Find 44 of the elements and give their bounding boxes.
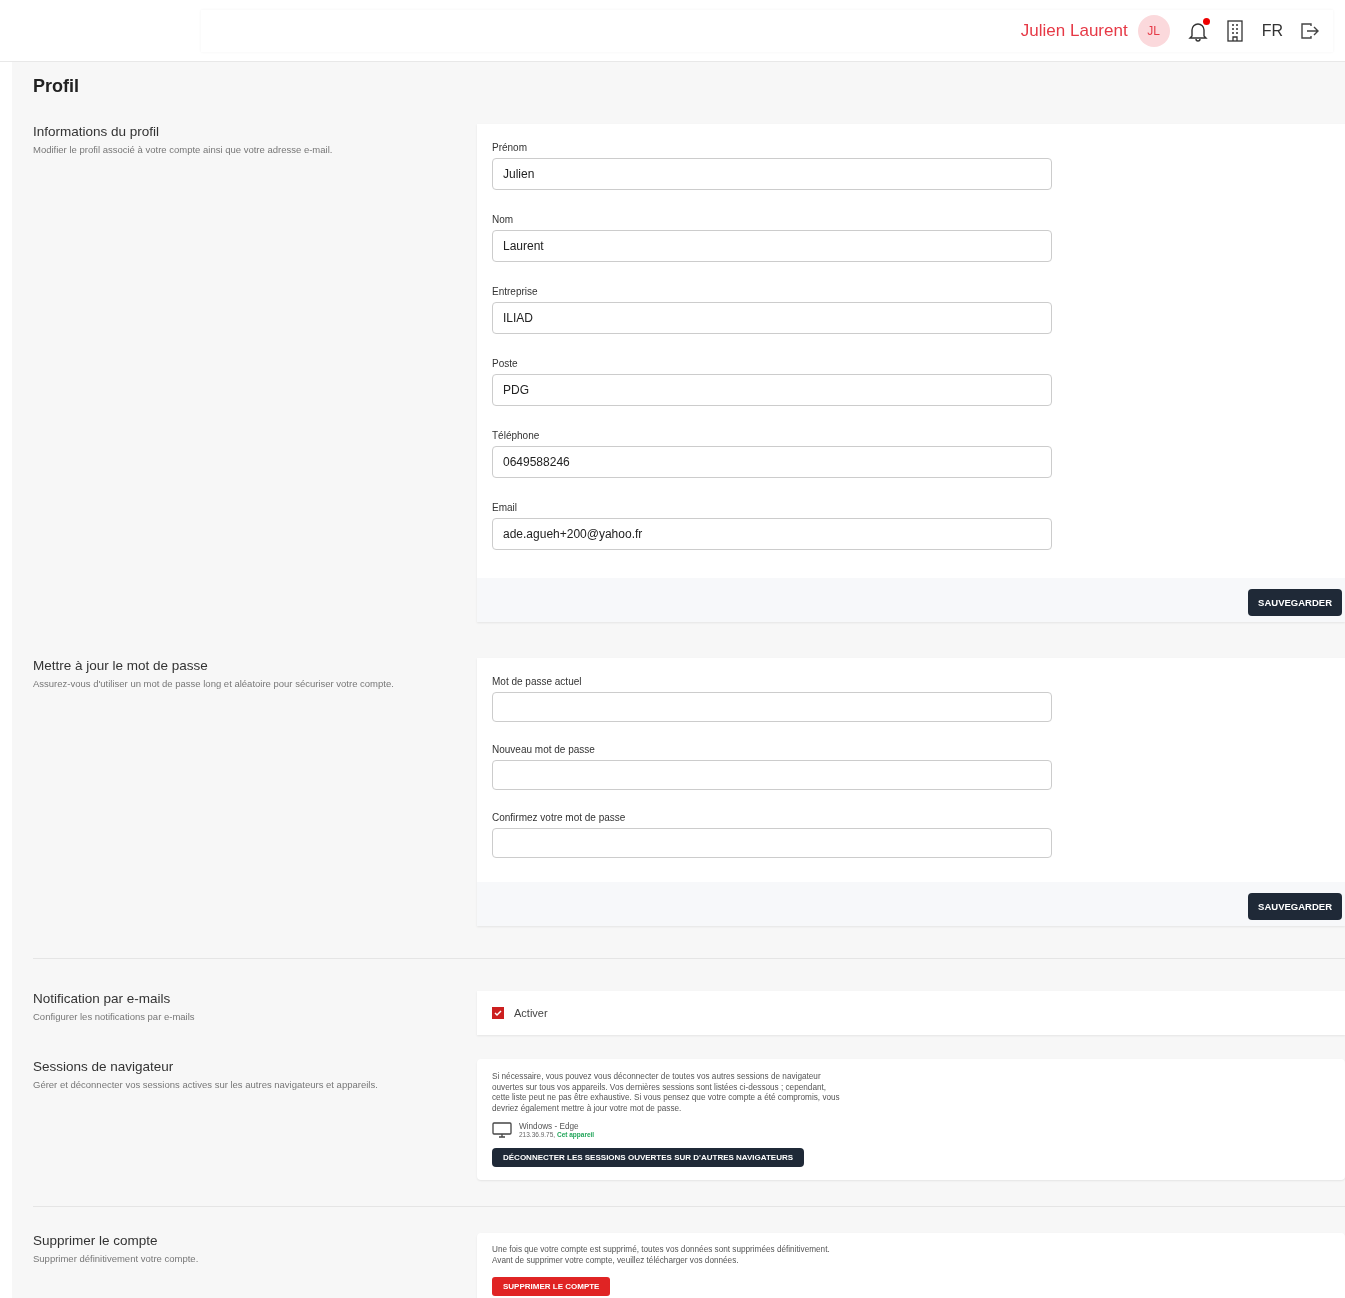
section-description: Gérer et déconnecter vos sessions actives sur les autres navigateurs et appareils. (33, 1079, 379, 1090)
monitor-icon (492, 1122, 512, 1139)
user-name[interactable]: Julien Laurent (1020, 21, 1128, 41)
section-title: Supprimer le compte (33, 1233, 159, 1249)
field-label: Nouveau mot de passe (492, 744, 596, 755)
field-label: Prénom (492, 142, 528, 153)
delete-description: Une fois que votre compte est supprimé, toutes vos données sont supprimées définitivement. Avant de supprimer votre compte, veuillez télécharger vos données. (492, 1245, 831, 1267)
session-device: Windows - Edge (519, 1122, 580, 1132)
save-button[interactable]: SAUVEGARDER (1248, 893, 1342, 920)
field-label: Mot de passe actuel (492, 676, 583, 687)
input-field[interactable]: Laurent (492, 230, 1052, 262)
checkbox-label: Activer (514, 1007, 548, 1019)
language-selector[interactable]: FR (1261, 22, 1283, 40)
input-field[interactable]: 0649588246 (492, 446, 1052, 478)
input-field[interactable] (492, 692, 1052, 722)
input-field[interactable] (492, 828, 1052, 858)
logout-icon[interactable] (1301, 23, 1319, 39)
section-description: Configurer les notifications par e-mails (33, 1011, 196, 1022)
section-title: Notification par e-mails (33, 991, 172, 1006)
section-description: Supprimer définitivement votre compte. (33, 1253, 200, 1265)
input-field[interactable]: PDG (492, 374, 1052, 406)
section-description: Assurez-vous d'utiliser un mot de passe long et aléatoire pour sécuriser votre compte. (33, 678, 395, 689)
field-label: Téléphone (492, 430, 541, 441)
section-description: Modifier le profil associé à votre compte ainsi que votre adresse e-mail. (33, 144, 334, 155)
save-button[interactable]: SAUVEGARDER (1248, 589, 1342, 616)
field-label: Poste (492, 358, 519, 369)
field-label: Entreprise (492, 286, 539, 297)
field-label: Nom (492, 214, 515, 225)
input-field[interactable]: ILIAD (492, 302, 1052, 334)
delete-account-button[interactable]: SUPPRIMER LE COMPTE (492, 1276, 611, 1296)
building-icon[interactable] (1225, 20, 1244, 42)
page-title: Profil (32, 75, 80, 98)
notification-bell-icon[interactable] (1187, 20, 1208, 42)
input-field[interactable]: Julien (492, 158, 1052, 190)
section-title: Informations du profil (33, 124, 161, 139)
checkbox[interactable] (492, 1007, 504, 1019)
logout-sessions-button[interactable]: DÉCONNECTER LES SESSIONS OUVERTES SUR D'AUTRES NAVIGATEURS (492, 1148, 805, 1168)
input-field[interactable] (492, 760, 1052, 790)
input-field[interactable]: ade.agueh+200@yahoo.fr (492, 518, 1052, 550)
section-title: Mettre à jour le mot de passe (33, 658, 209, 673)
field-label: Email (492, 502, 518, 513)
sessions-description: Si nécessaire, vous pouvez vous déconnecter de toutes vos autres sessions de navigateur ouvertes sur tous vos appareils. Vos dernières sessions sont listées ci-dessous ; cependant, cette liste peut ne pas être exhaustive. Si vous pensez que votre compte a été compromis, vous devriez également mettre à jour votre mot de passe. (492, 1072, 841, 1115)
section-title: Sessions de navigateur (33, 1059, 175, 1074)
field-label: Confirmez votre mot de passe (492, 812, 627, 823)
